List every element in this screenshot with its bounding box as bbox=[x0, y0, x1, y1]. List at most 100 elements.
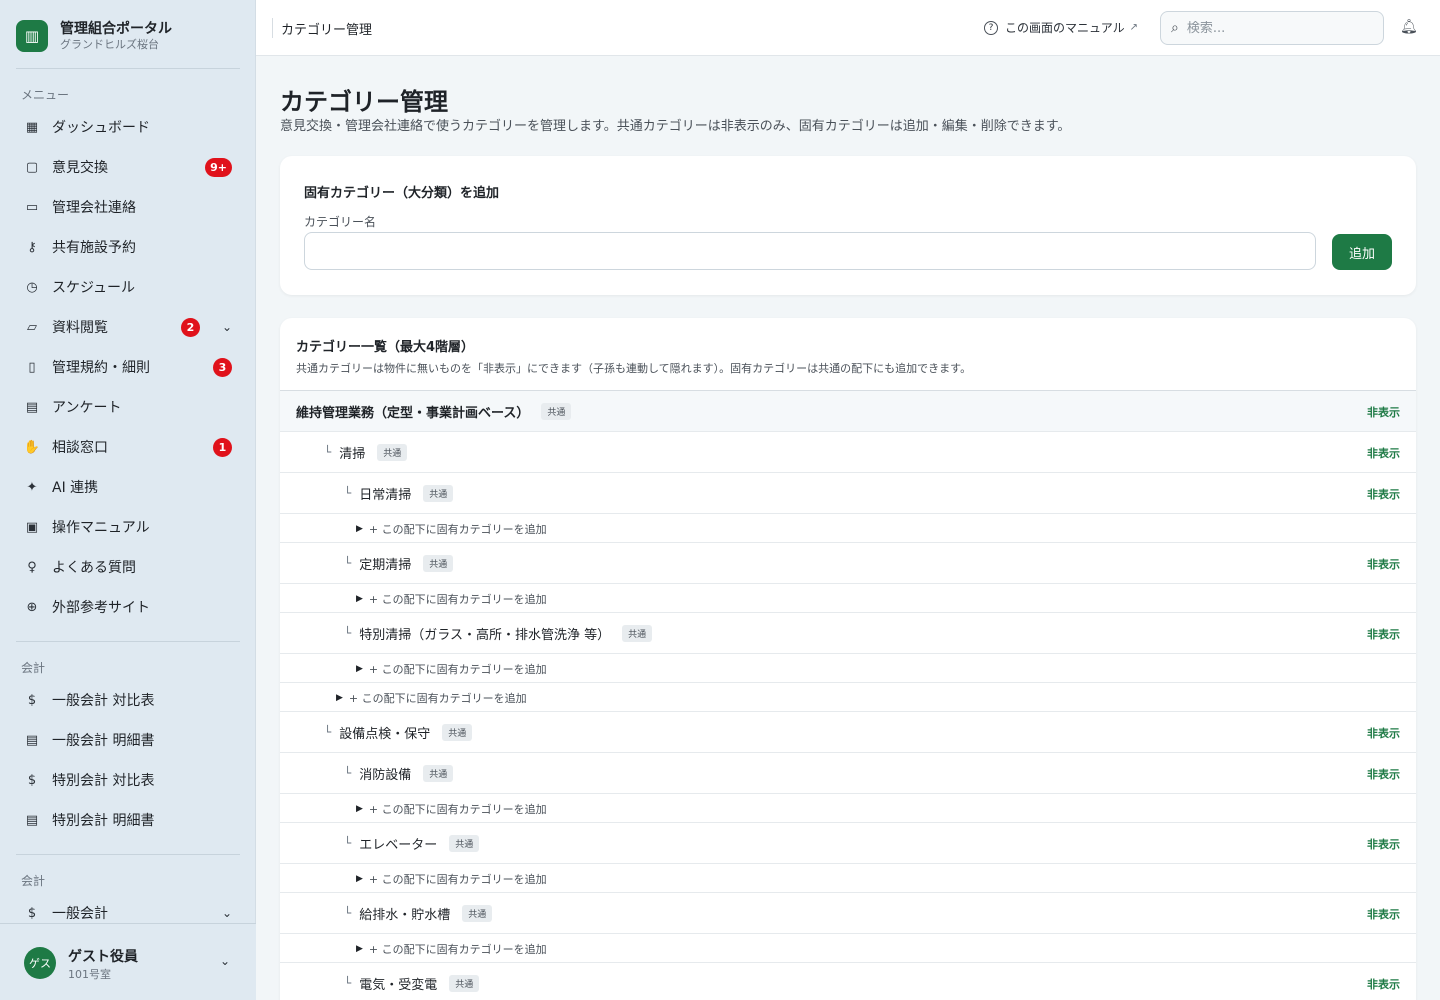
disclosure-triangle-icon: ▶ bbox=[356, 944, 363, 954]
common-tag: 共通 bbox=[449, 834, 480, 852]
category-row: └ 給排水・貯水槽 共通 非表示 bbox=[280, 893, 1416, 934]
add-under-row: ▶ + この配下に固有カテゴリーを追加 bbox=[280, 584, 1416, 613]
sidebar-item-1[interactable]: $ 一般会計 対比表 bbox=[16, 682, 240, 718]
add-under-label: + この配下に固有カテゴリーを追加 bbox=[368, 943, 547, 956]
add-under-toggle[interactable]: ▶ + この配下に固有カテゴリーを追加 bbox=[356, 661, 547, 677]
category-row: └ 電気・受変電 共通 非表示 bbox=[280, 963, 1416, 1000]
count-badge: 1 bbox=[213, 437, 232, 457]
help-icon: ? bbox=[984, 20, 998, 35]
briefcase-icon: ▭ bbox=[25, 199, 39, 215]
clipboard-icon: ▤ bbox=[25, 399, 39, 415]
sidebar-item-5[interactable]: ◷ スケジュール bbox=[16, 269, 240, 305]
sparkle-icon: ✦ bbox=[26, 479, 38, 495]
chevron-down-icon[interactable]: ⌄ bbox=[222, 906, 232, 920]
disclosure-triangle-icon: ▶ bbox=[356, 664, 363, 674]
add-under-label: + この配下に固有カテゴリーを追加 bbox=[368, 663, 547, 676]
sidebar-item-2[interactable]: ▢ 意見交換 9+ bbox=[16, 149, 240, 185]
sidebar-item-3[interactable]: ▭ 管理会社連絡 bbox=[16, 189, 240, 225]
hide-button[interactable]: 非表示 bbox=[1367, 626, 1400, 642]
sidebar-item-label: スケジュール bbox=[52, 280, 136, 296]
sidebar-item-label: 管理会社連絡 bbox=[52, 200, 136, 216]
category-row: └ 設備点検・保守 共通 非表示 bbox=[280, 712, 1416, 753]
hide-button[interactable]: 非表示 bbox=[1367, 976, 1400, 992]
add-button[interactable]: 追加 bbox=[1332, 234, 1392, 270]
search-box[interactable]: ⌕ bbox=[1160, 11, 1384, 45]
add-category-heading: 固有カテゴリー（大分類）を追加 bbox=[304, 186, 500, 201]
accounting-heading: 会計 bbox=[21, 661, 46, 675]
calendar-clock-icon: ◷ bbox=[26, 279, 38, 295]
sidebar-item-13[interactable]: ⊕ 外部参考サイト bbox=[16, 589, 240, 625]
search-input[interactable] bbox=[1186, 20, 1357, 36]
common-tag: 共通 bbox=[541, 402, 572, 420]
add-under-toggle[interactable]: ▶ + この配下に固有カテゴリーを追加 bbox=[356, 801, 547, 817]
accounting-heading-2: 会計 bbox=[21, 874, 46, 888]
add-under-label: + この配下に固有カテゴリーを追加 bbox=[368, 593, 547, 606]
common-tag: 共通 bbox=[423, 764, 454, 782]
chevron-down-icon[interactable]: ⌄ bbox=[220, 954, 230, 968]
book-icon: ▯ bbox=[28, 359, 36, 375]
search-icon: ⌕ bbox=[1171, 20, 1179, 36]
hide-button[interactable]: 非表示 bbox=[1367, 906, 1400, 922]
disclosure-triangle-icon: ▶ bbox=[356, 874, 363, 884]
category-name: 電気・受変電 bbox=[359, 977, 438, 993]
category-row: └ 消防設備 共通 非表示 bbox=[280, 753, 1416, 794]
external-link-icon: ↗ bbox=[1129, 22, 1139, 33]
add-under-row: ▶ + この配下に固有カテゴリーを追加 bbox=[280, 934, 1416, 963]
sidebar-item-6[interactable]: ▱ 資料閲覧 2 ⌄ bbox=[16, 309, 240, 345]
brand[interactable]: ▥ 管理組合ポータル グランドヒルズ桜台 bbox=[16, 16, 240, 56]
sidebar-item-1[interactable]: ▦ ダッシュボード bbox=[16, 109, 240, 145]
tree-branch-icon: └ bbox=[344, 906, 352, 920]
add-under-row: ▶ + この配下に固有カテゴリーを追加 bbox=[280, 683, 1416, 712]
sidebar-item-11[interactable]: ▣ 操作マニュアル bbox=[16, 509, 240, 545]
sidebar-item-label: 外部参考サイト bbox=[52, 600, 150, 616]
brand-subtitle: グランドヒルズ桜台 bbox=[60, 38, 159, 51]
sidebar-item-10[interactable]: ✦ AI 連携 bbox=[16, 469, 240, 505]
add-under-label: + この配下に固有カテゴリーを追加 bbox=[348, 692, 527, 705]
sidebar-item-4[interactable]: ▤ 特別会計 明細書 bbox=[16, 802, 240, 838]
disclosure-triangle-icon: ▶ bbox=[336, 693, 343, 703]
category-name-input[interactable] bbox=[304, 232, 1316, 270]
user-menu[interactable]: ゲス ゲスト役員 101号室 ⌄ bbox=[0, 923, 256, 1000]
count-badge: 9+ bbox=[205, 157, 232, 177]
sidebar-item-label: アンケート bbox=[52, 400, 122, 416]
common-tag: 共通 bbox=[622, 624, 653, 642]
add-under-toggle[interactable]: ▶ + この配下に固有カテゴリーを追加 bbox=[356, 521, 547, 537]
tree-branch-icon: └ bbox=[344, 836, 352, 850]
hide-button[interactable]: 非表示 bbox=[1367, 486, 1400, 502]
hide-button[interactable]: 非表示 bbox=[1367, 836, 1400, 852]
hide-button[interactable]: 非表示 bbox=[1367, 404, 1400, 420]
tree-branch-icon: └ bbox=[344, 766, 352, 780]
sidebar-item-3[interactable]: $ 特別会計 対比表 bbox=[16, 762, 240, 798]
sidebar-item-4[interactable]: ⚷ 共有施設予約 bbox=[16, 229, 240, 265]
sidebar-item-2[interactable]: ▤ 一般会計 明細書 bbox=[16, 722, 240, 758]
category-name: エレベーター bbox=[359, 837, 438, 853]
sidebar-item-12[interactable]: ♀ よくある質問 bbox=[16, 549, 240, 585]
common-tag: 共通 bbox=[423, 484, 454, 502]
hide-button[interactable]: 非表示 bbox=[1367, 725, 1400, 741]
sidebar-item-8[interactable]: ▤ アンケート bbox=[16, 389, 240, 425]
sidebar-divider bbox=[16, 641, 240, 642]
bell-icon[interactable]: 🔔︎ bbox=[1400, 19, 1418, 35]
sidebar-item-7[interactable]: ▯ 管理規約・細則 3 bbox=[16, 349, 240, 385]
add-under-toggle[interactable]: ▶ + この配下に固有カテゴリーを追加 bbox=[356, 941, 547, 957]
sidebar-item-label: 資料閲覧 bbox=[52, 320, 108, 336]
folder-icon: ▱ bbox=[27, 319, 37, 335]
add-under-toggle[interactable]: ▶ + この配下に固有カテゴリーを追加 bbox=[336, 690, 527, 706]
add-category-card: 固有カテゴリー（大分類）を追加 カテゴリー名 追加 bbox=[280, 156, 1416, 295]
count-badge: 2 bbox=[181, 317, 200, 337]
hide-button[interactable]: 非表示 bbox=[1367, 445, 1400, 461]
hide-button[interactable]: 非表示 bbox=[1367, 556, 1400, 572]
sidebar: ▥ 管理組合ポータル グランドヒルズ桜台 メニュー ▦ ダッシュボード ▢ 意見交換 9… bbox=[0, 0, 256, 1000]
add-under-toggle[interactable]: ▶ + この配下に固有カテゴリーを追加 bbox=[356, 591, 547, 607]
category-row: └ 清掃 共通 非表示 bbox=[280, 432, 1416, 473]
add-under-label: + この配下に固有カテゴリーを追加 bbox=[368, 803, 547, 816]
category-name: 維持管理業務（定型・事業計画ベース） bbox=[296, 405, 530, 421]
chevron-down-icon[interactable]: ⌄ bbox=[222, 320, 232, 334]
hide-button[interactable]: 非表示 bbox=[1367, 766, 1400, 782]
add-under-toggle[interactable]: ▶ + この配下に固有カテゴリーを追加 bbox=[356, 871, 547, 887]
manual-link[interactable]: ? この画面のマニュアル ↗ bbox=[984, 19, 1138, 36]
dashboard-icon: ▦ bbox=[25, 119, 39, 135]
sidebar-item-9[interactable]: ✋ 相談窓口 1 bbox=[16, 429, 240, 465]
count-badge: 3 bbox=[213, 357, 232, 377]
category-row: └ 定期清掃 共通 非表示 bbox=[280, 543, 1416, 584]
